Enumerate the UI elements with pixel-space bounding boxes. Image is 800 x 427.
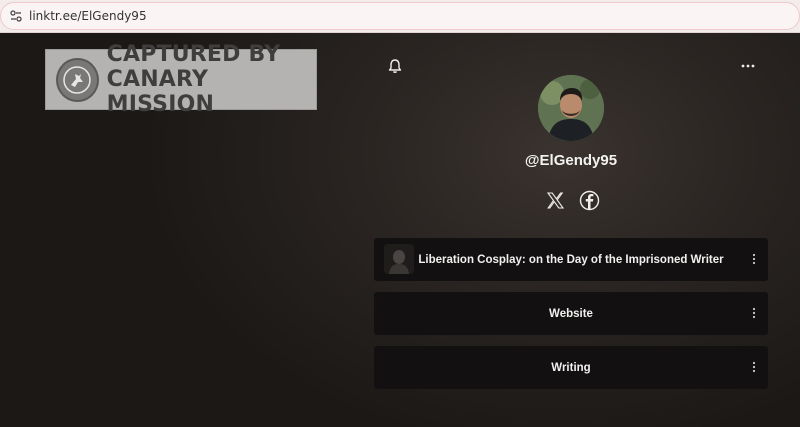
profile-handle: @ElGendy95 [524,152,618,169]
site-settings-icon[interactable] [9,9,23,23]
link-card-writing[interactable]: Writing [374,346,768,389]
link-label: Website [549,307,593,320]
link-label: Liberation Cosplay: on the Day of the Im… [418,253,724,266]
bell-icon[interactable] [387,58,403,74]
watermark-line2: CANARY MISSION [106,67,215,117]
more-vertical-icon[interactable] [748,359,760,375]
x-twitter-icon[interactable] [544,189,566,211]
bird-logo-icon [56,57,99,102]
more-vertical-icon[interactable] [748,251,760,267]
link-card-website[interactable]: Website [374,292,768,335]
url-text[interactable]: linktr.ee/ElGendy95 [29,9,147,23]
browser-toolbar: linktr.ee/ElGendy95 [0,0,800,33]
link-card-liberation-cosplay[interactable]: Liberation Cosplay: on the Day of the Im… [374,238,768,281]
more-horizontal-icon[interactable] [738,58,758,74]
more-vertical-icon[interactable] [748,305,760,321]
avatar [538,75,604,141]
watermark-badge: CAPTURED BY CANARY MISSION [45,42,317,117]
facebook-icon[interactable] [578,189,600,211]
address-bar[interactable]: linktr.ee/ElGendy95 [0,2,800,30]
watermark-text: CAPTURED BY CANARY MISSION [107,42,316,117]
link-label: Writing [551,361,591,374]
link-thumbnail [384,244,414,274]
social-links [544,189,600,211]
watermark-line1: CAPTURED BY [106,42,281,67]
linktree-page: CAPTURED BY CANARY MISSION @ElGendy95 Li… [0,33,800,427]
